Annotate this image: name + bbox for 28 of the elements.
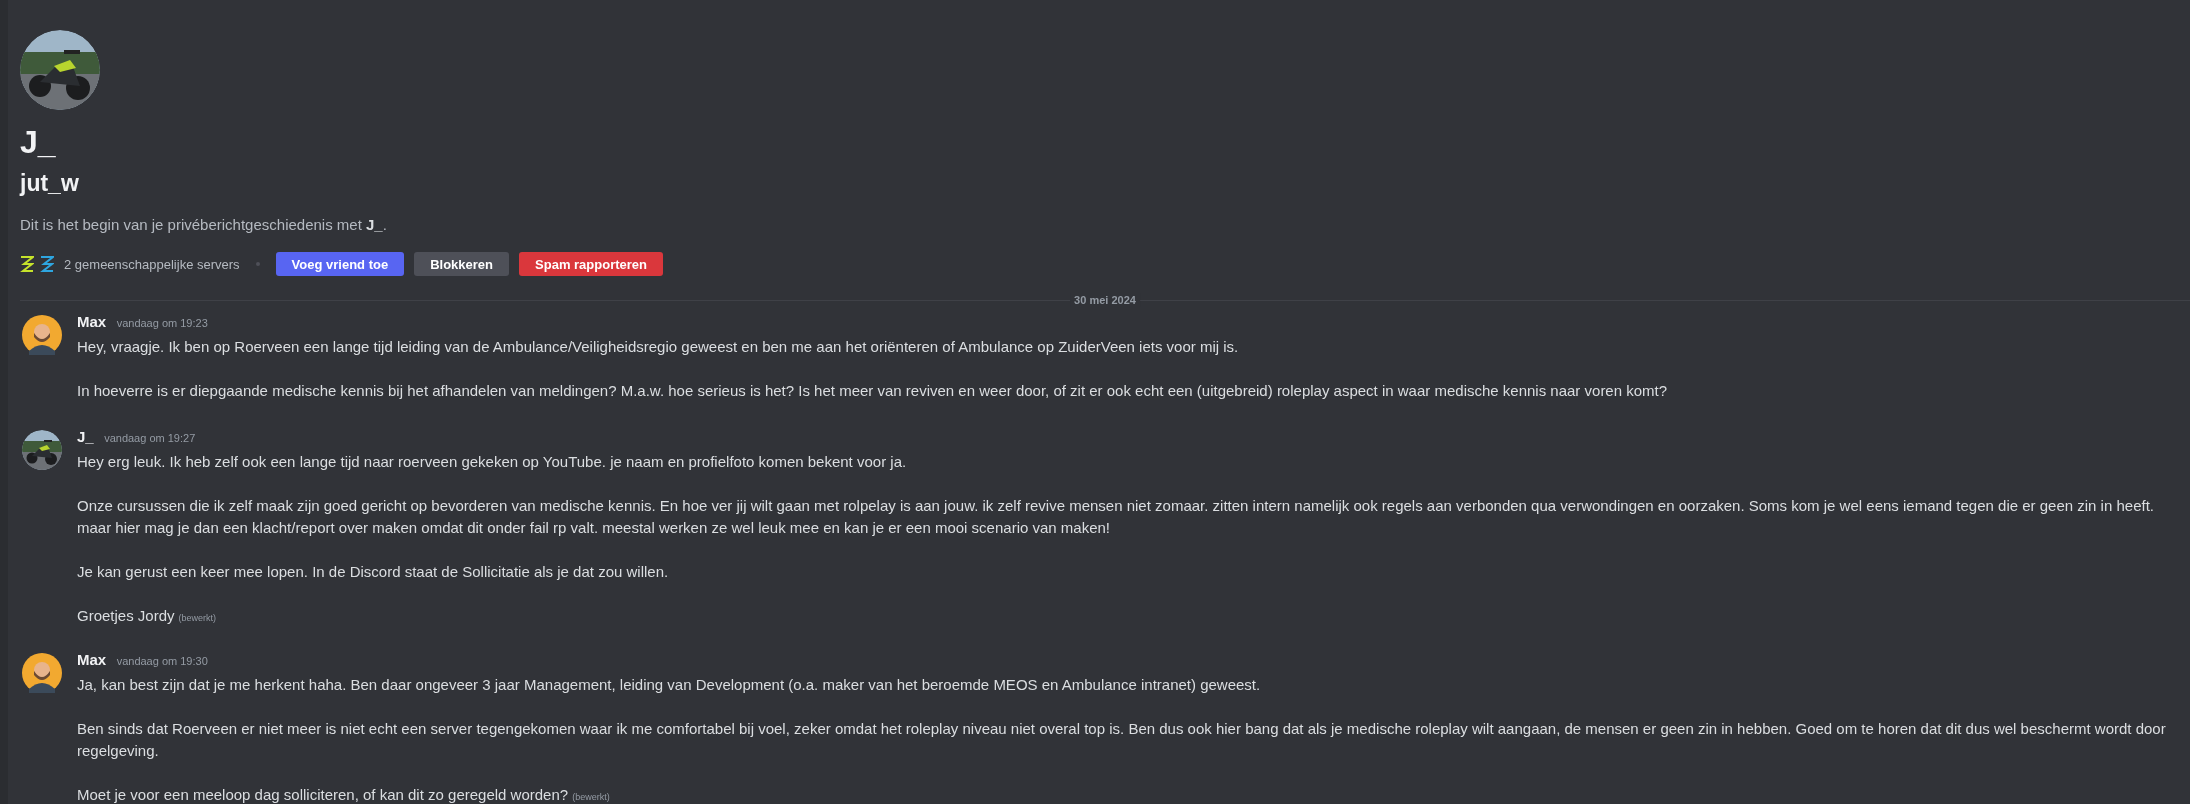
message-text: Groetjes Jordy (bewerkt) xyxy=(77,606,218,626)
action-button[interactable]: Spam rapporteren xyxy=(519,252,664,276)
message-text: Ja, kan best zijn dat je me herkent haha. Ben daar ongeveer 3 jaar Management, leiding van Development (o.a. maker van het beroemde MEOS en Ambulance intranet) geweest. xyxy=(77,675,1262,695)
avatar-icon xyxy=(22,653,62,693)
server-icon[interactable] xyxy=(40,255,54,273)
message-text: In hoeverre is er diepgaande medische kennis bij het afhandelen van meldingen? M.a.w. hoe serieus is het? Is het meer van reviven en weer door, of zit er ook echt een (uitgebreid) roleplay aspect in waar medische kennis naar voren komt? xyxy=(77,381,1669,401)
author-name[interactable]: Max xyxy=(77,651,107,668)
mutual-servers-link[interactable]: 2 gemeenschappelijke servers xyxy=(64,256,240,272)
timestamp: vandaag om 19:27 xyxy=(104,432,196,444)
message-text: Hey erg leuk. Ik heb zelf ook een lange tijd naar roerveen gekeken op YouTube. je naam en profielfoto komen bekent voor ja. xyxy=(77,452,908,472)
message-text: Ben sinds dat Roerveen er niet meer is niet echt een server tegengekomen waar ik me comfortabel bij voel, zeker omdat het roleplay niveau niet overal top is. Ben dus ook hier bang dat als je medische roleplay wilt aangaan, de mensen er geen zin in hebben. Goed om te horen dat dit dus wel beschermt wordt door regelgeving. xyxy=(77,719,2167,761)
server-icon[interactable] xyxy=(20,255,34,273)
timestamp: vandaag om 19:30 xyxy=(116,655,208,667)
intro-text: Dit is het begin van je privéberichtgeschiedenis met J_. xyxy=(20,215,388,235)
author-name[interactable]: J_ xyxy=(77,428,94,445)
timestamp: vandaag om 19:23 xyxy=(116,317,208,329)
message-text: Onze cursussen die ik zelf maak zijn goed gericht op bevorderen van medische kennis. En hoe ver jij wilt gaan met rolpelay is aan jouw. ik zelf revive mensen niet zomaar. zitten intern namelijk ook regels aan verbonden qua verwondingen en oorzaken. Soms kom je wel eens iemand tegen die er geen zin in heeft. maar hier mag je dan een klacht/report over maken omdat dit onder fail rp valt. meestal werken ze wel leuk mee en kan je er een mooi scenario van maken! xyxy=(77,496,2155,538)
message-text: Moet je voor een meeloop dag solliciteren, of kan dit zo geregeld worden? (bewerkt) xyxy=(77,785,611,804)
display-name: J_ xyxy=(20,123,57,162)
avatar-icon xyxy=(22,315,62,355)
message-text: Hey, vraagje. Ik ben op Roerveen een lange tijd leiding van de Ambulance/Veiligheidsregio geweest en ben me aan het oriënteren of Ambulance op ZuiderVeen iets voor mij is. xyxy=(77,337,1240,357)
edited-label: (bewerkt) xyxy=(178,613,217,623)
author-name[interactable]: Max xyxy=(77,313,107,330)
edited-label: (bewerkt) xyxy=(572,792,610,802)
username: jut_w xyxy=(20,169,80,198)
action-button[interactable]: Voeg vriend toe xyxy=(275,252,405,276)
message-text: Je kan gerust een keer mee lopen. In de Discord staat de Sollicitatie als je dat zou willen. xyxy=(77,562,670,582)
action-button[interactable]: Blokkeren xyxy=(414,252,510,276)
